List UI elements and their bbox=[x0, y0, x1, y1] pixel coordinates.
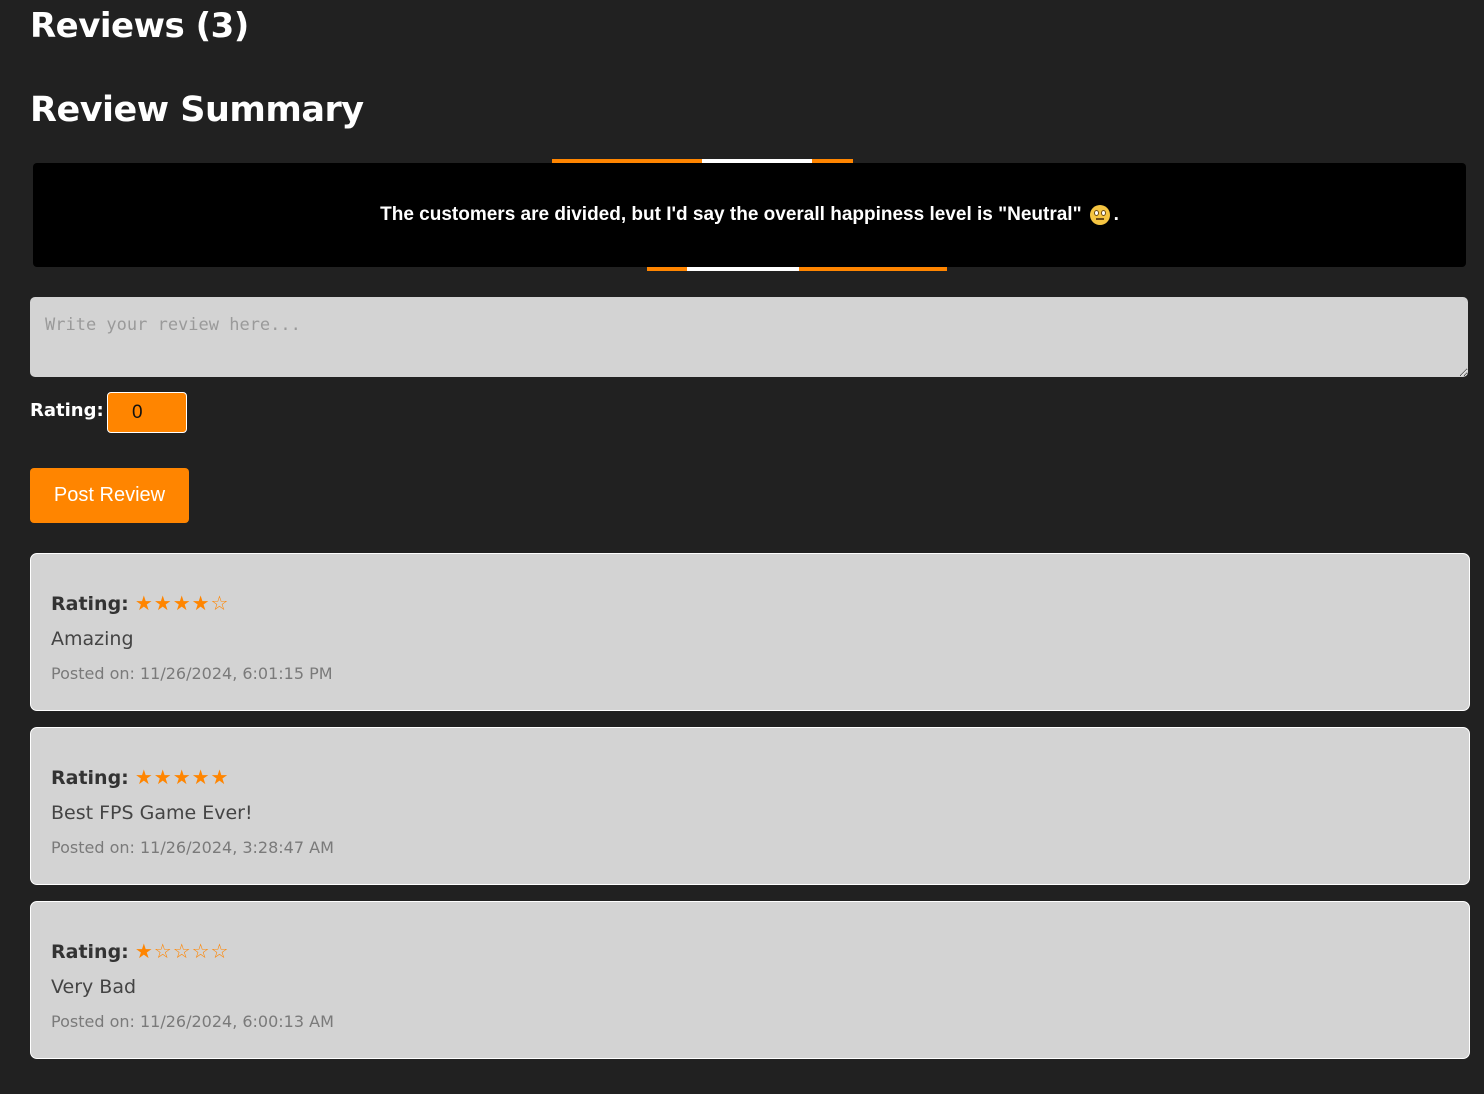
review-card: Rating: ★☆☆☆☆ Very Bad Posted on: 11/26/… bbox=[30, 901, 1470, 1059]
review-text: Best FPS Game Ever! bbox=[51, 802, 253, 824]
summary-banner: The customers are divided, but I'd say t… bbox=[33, 159, 1466, 272]
review-rating: Rating: ★☆☆☆☆ bbox=[51, 936, 1449, 966]
review-summary-heading: Review Summary bbox=[30, 90, 364, 130]
review-date: Posted on: 11/26/2024, 6:01:15 PM bbox=[51, 664, 333, 683]
star-rating-icon: ★★★★☆ bbox=[134, 591, 230, 615]
reviews-heading: Reviews (3) bbox=[30, 6, 249, 46]
review-rating: Rating: ★★★★★ bbox=[51, 762, 1449, 792]
review-date: Posted on: 11/26/2024, 3:28:47 AM bbox=[51, 838, 334, 857]
star-rating-icon: ★★★★★ bbox=[134, 765, 230, 789]
banner-accent-bottom-orange-2 bbox=[799, 267, 947, 271]
banner-accent-bottom-orange bbox=[647, 267, 687, 271]
review-textarea[interactable] bbox=[30, 297, 1468, 377]
neutral-face-icon bbox=[1089, 205, 1110, 225]
review-text: Amazing bbox=[51, 628, 134, 650]
review-rating-label: Rating: bbox=[51, 767, 129, 789]
rating-label: Rating: bbox=[30, 400, 104, 421]
review-rating-label: Rating: bbox=[51, 941, 129, 963]
post-review-button[interactable]: Post Review bbox=[30, 468, 189, 523]
review-text: Very Bad bbox=[51, 976, 137, 998]
rating-input[interactable] bbox=[107, 392, 187, 433]
review-card: Rating: ★★★★☆ Amazing Posted on: 11/26/2… bbox=[30, 553, 1470, 711]
review-list: Rating: ★★★★☆ Amazing Posted on: 11/26/2… bbox=[30, 553, 1470, 1075]
summary-period: . bbox=[1113, 204, 1119, 225]
review-rating-label: Rating: bbox=[51, 593, 129, 615]
summary-message: The customers are divided, but I'd say t… bbox=[33, 163, 1466, 267]
banner-accent-bottom-white bbox=[687, 267, 799, 271]
review-rating: Rating: ★★★★☆ bbox=[51, 588, 1449, 618]
summary-text: The customers are divided, but I'd say t… bbox=[380, 204, 1082, 225]
review-date: Posted on: 11/26/2024, 6:00:13 AM bbox=[51, 1012, 334, 1031]
review-card: Rating: ★★★★★ Best FPS Game Ever! Posted… bbox=[30, 727, 1470, 885]
star-rating-icon: ★☆☆☆☆ bbox=[134, 939, 230, 963]
